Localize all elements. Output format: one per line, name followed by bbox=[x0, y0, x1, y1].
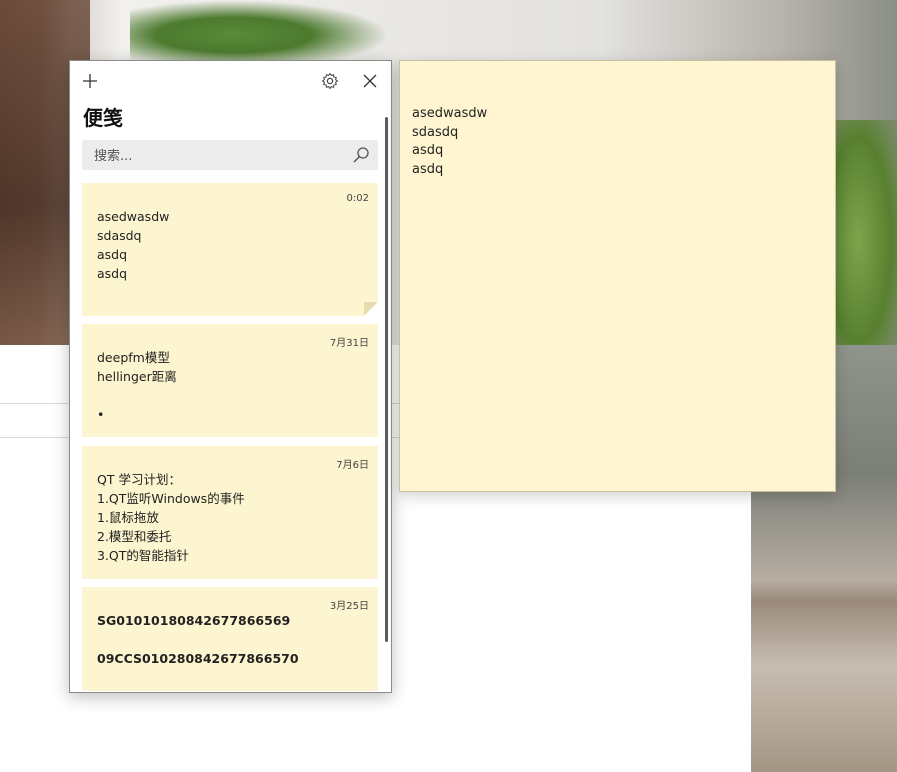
search-input[interactable] bbox=[92, 140, 346, 172]
close-button[interactable] bbox=[358, 69, 382, 93]
notes-list-window: 便笺 0:02 asedwasdw sdasdq asdq asdq 7月31日… bbox=[69, 60, 392, 693]
note-text: deepfm模型 hellinger距离 • bbox=[97, 350, 177, 422]
close-icon bbox=[363, 74, 377, 88]
titlebar bbox=[70, 61, 391, 101]
note-date: 7月31日 bbox=[329, 338, 369, 349]
note-card[interactable]: 7月31日 deepfm模型 hellinger距离 • bbox=[82, 324, 378, 437]
add-note-button[interactable] bbox=[78, 69, 102, 93]
search-box bbox=[82, 140, 378, 172]
note-text: QT 学习计划： 1.QT监听Windows的事件 1.鼠标拖放 2.模型和委托… bbox=[97, 472, 245, 563]
open-note-window[interactable]: asedwasdw sdasdq asdq asdq bbox=[399, 60, 836, 492]
note-date: 7月6日 bbox=[336, 460, 369, 471]
gear-icon bbox=[321, 72, 339, 90]
note-card[interactable]: 7月6日 QT 学习计划： 1.QT监听Windows的事件 1.鼠标拖放 2.… bbox=[82, 446, 378, 579]
add-icon bbox=[83, 74, 97, 88]
settings-button[interactable] bbox=[318, 69, 342, 93]
note-date: 3月25日 bbox=[329, 601, 369, 612]
note-card[interactable]: 3月25日 SG01010180842677866569 09CCS010280… bbox=[82, 587, 378, 691]
note-text: asedwasdw sdasdq asdq asdq bbox=[97, 209, 170, 281]
app-title: 便笺 bbox=[83, 106, 123, 130]
note-card[interactable]: 0:02 asedwasdw sdasdq asdq asdq bbox=[82, 183, 378, 316]
note-fold-shadow bbox=[364, 302, 378, 316]
notes-list: 0:02 asedwasdw sdasdq asdq asdq 7月31日 de… bbox=[82, 183, 378, 691]
note-date: 0:02 bbox=[346, 193, 369, 204]
scrollbar[interactable] bbox=[385, 117, 388, 642]
search-icon[interactable] bbox=[352, 146, 370, 164]
open-note-text[interactable]: asedwasdw sdasdq asdq asdq bbox=[412, 105, 487, 179]
note-text: SG01010180842677866569 09CCS010280842677… bbox=[97, 613, 299, 691]
